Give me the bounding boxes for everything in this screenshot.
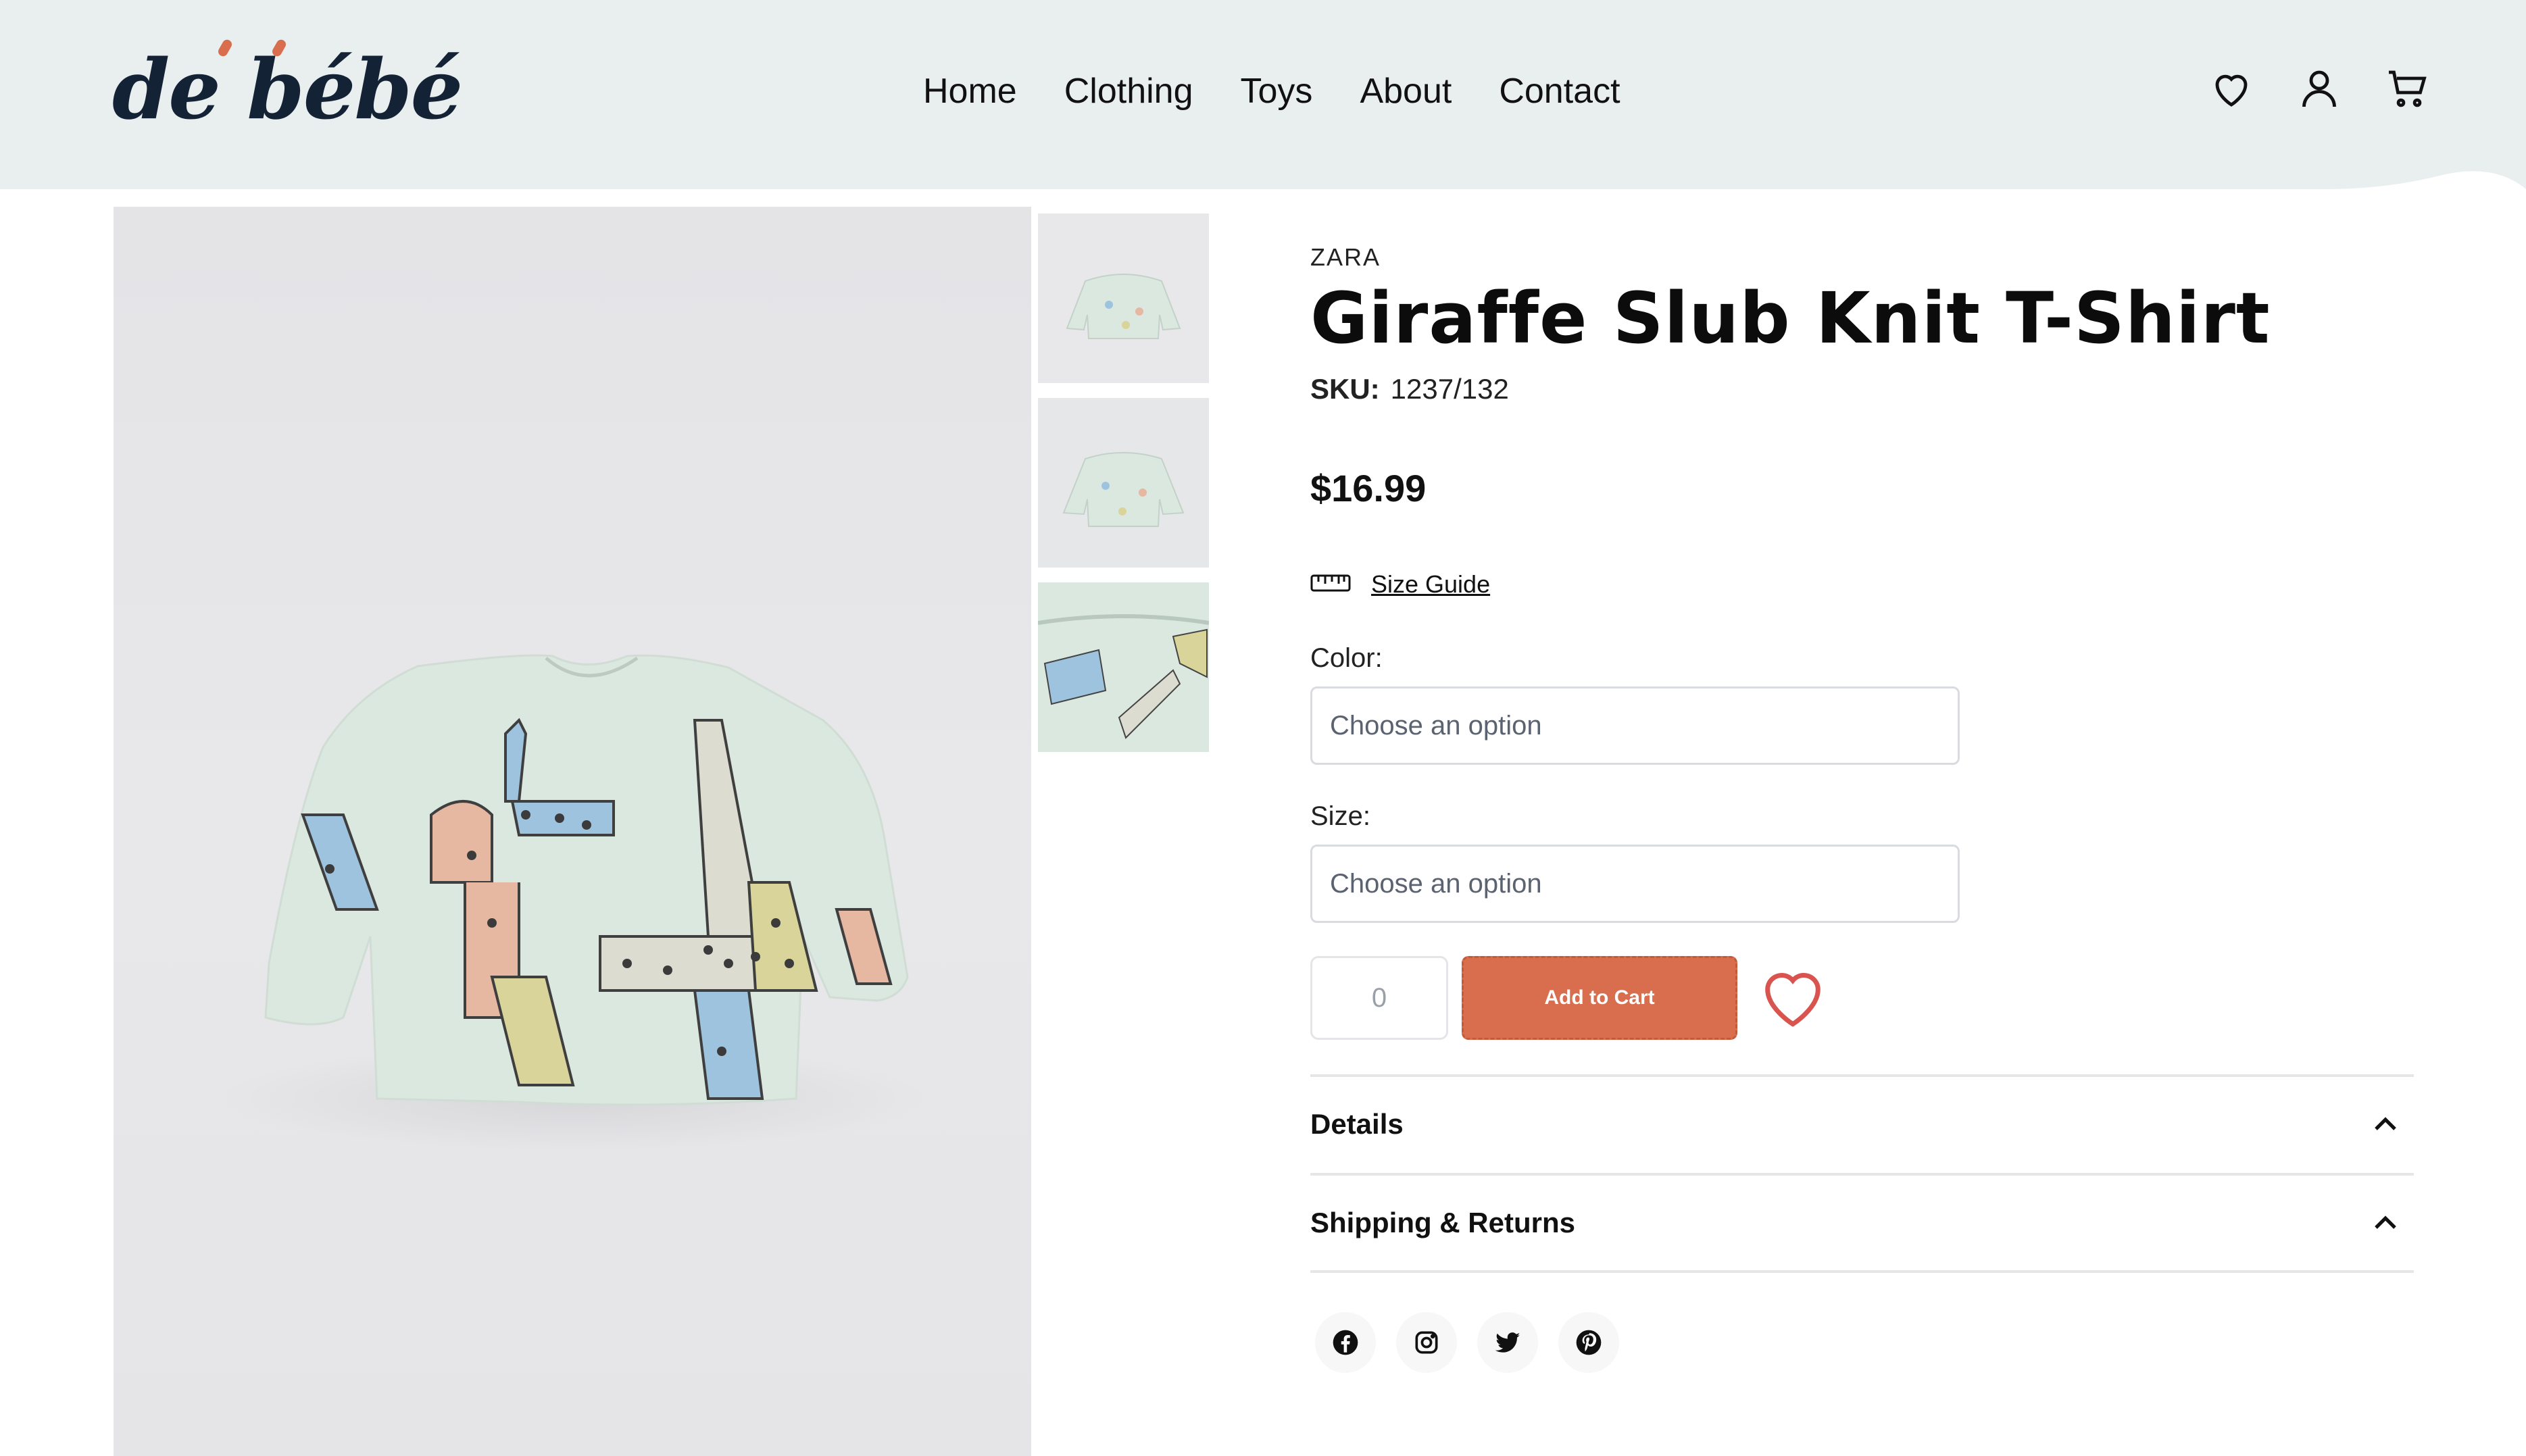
chevron-up-icon[interactable] [2367,1105,2404,1143]
pinterest-icon[interactable] [1558,1312,1619,1373]
nav-about[interactable]: About [1360,64,1452,118]
instagram-icon[interactable] [1396,1312,1457,1373]
twitter-icon[interactable] [1477,1312,1538,1373]
size-guide[interactable]: Size Guide [1310,570,1490,599]
site-logo[interactable]: de bébé [112,41,463,138]
accordion-shipping-title: Shipping & Returns [1310,1207,1575,1238]
divider [1310,1270,2414,1273]
accordion-details-title: Details [1310,1108,1404,1140]
facebook-icon[interactable] [1315,1312,1376,1373]
chevron-up-icon[interactable] [2367,1204,2404,1242]
thumbnail-list [1038,214,1209,767]
nav-toys[interactable]: Toys [1241,64,1313,118]
product-thumbnail[interactable] [1038,214,1209,383]
color-select[interactable]: Choose an option [1310,686,1960,765]
main-nav: Home Clothing Toys About Contact [923,64,1620,118]
product-main-image[interactable] [114,207,1031,1456]
color-label: Color: [1310,643,1383,673]
nav-clothing[interactable]: Clothing [1064,64,1193,118]
shirt-illustration [222,654,924,1153]
sku-label: SKU: [1310,373,1380,405]
site-header: de bébé Home Clothing Toys About Contact [0,0,2526,203]
accordion-details[interactable]: Details [1310,1077,2414,1172]
ruler-icon [1310,573,1351,597]
size-select[interactable]: Choose an option [1310,845,1960,923]
add-to-cart-button[interactable]: Add to Cart [1462,956,1737,1040]
user-icon[interactable] [2295,64,2344,113]
cart-icon[interactable] [2383,64,2431,113]
nav-home[interactable]: Home [923,64,1017,118]
quantity-input[interactable]: 0 [1310,956,1448,1040]
quantity-value: 0 [1371,982,1387,1013]
product-sku: SKU: 1237/132 [1310,373,1509,405]
product-title: Giraffe Slub Knit T-Shirt [1310,277,2271,359]
product-thumbnail[interactable] [1038,582,1209,752]
color-select-value: Choose an option [1330,710,1542,740]
size-guide-link[interactable]: Size Guide [1371,570,1490,599]
product-thumbnail[interactable] [1038,398,1209,568]
wishlist-heart-icon[interactable] [1755,959,1831,1035]
logo-text: de bébé [112,41,463,138]
size-select-value: Choose an option [1330,868,1542,899]
header-actions [2207,64,2431,113]
add-to-cart-label: Add to Cart [1544,986,1655,1009]
product-brand: ZARA [1310,243,1381,271]
heart-icon[interactable] [2207,64,2256,113]
product-price: $16.99 [1310,467,1427,509]
social-share [1315,1312,1619,1373]
nav-contact[interactable]: Contact [1499,64,1620,118]
sku-value: 1237/132 [1390,373,1509,405]
accordion-shipping[interactable]: Shipping & Returns [1310,1176,2414,1270]
size-label: Size: [1310,801,1370,831]
